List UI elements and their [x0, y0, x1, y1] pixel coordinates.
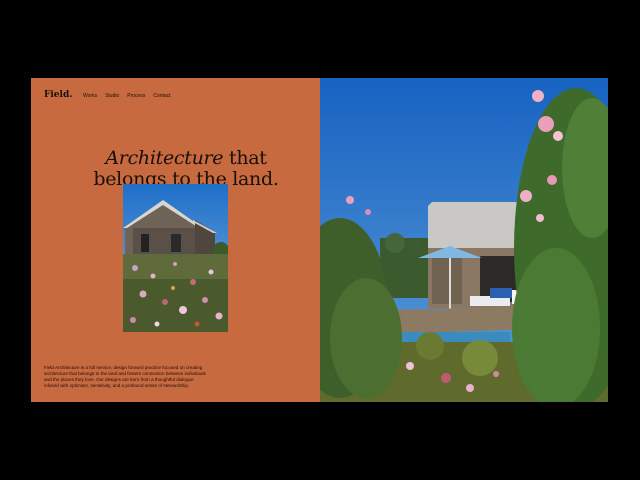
hero-image: [320, 78, 608, 402]
brand-logo[interactable]: Field.: [44, 90, 72, 100]
nav-item-works[interactable]: Works: [83, 93, 97, 99]
nav-item-contact[interactable]: Contact: [153, 93, 170, 99]
intro-description: Field Architecture is a full service, de…: [44, 365, 206, 388]
project-thumbnail-image[interactable]: [123, 184, 228, 332]
main-nav: Works Studio Process Contact: [83, 93, 171, 99]
headline-rest: that: [223, 147, 267, 169]
headline-emphasis: Architecture: [105, 147, 224, 169]
page-frame: Field. Works Studio Process Contact Arch…: [31, 78, 608, 402]
intro-panel: Field. Works Studio Process Contact Arch…: [31, 78, 320, 402]
nav-item-studio[interactable]: Studio: [105, 93, 119, 99]
nav-item-process[interactable]: Process: [127, 93, 145, 99]
